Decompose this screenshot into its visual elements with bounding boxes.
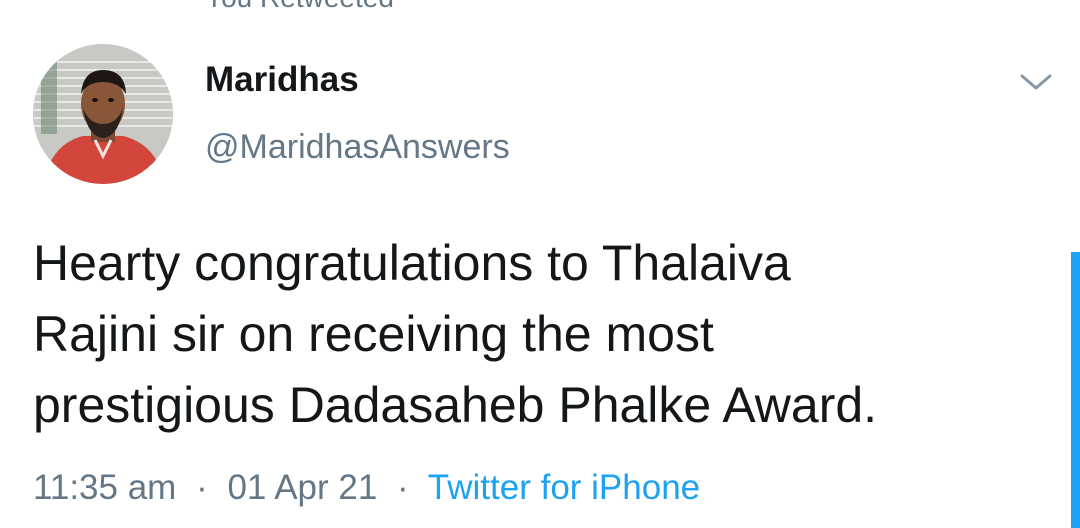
tweet-meta: 11:35 am · 01 Apr 21 · Twitter for iPhon… [33, 468, 700, 508]
author-handle[interactable]: @MaridhasAnswers [205, 128, 510, 167]
avatar[interactable] [33, 44, 173, 184]
meta-separator: · [397, 468, 409, 507]
tweet-text: Hearty congratulations to Thalaiva Rajin… [33, 235, 878, 433]
meta-separator: · [196, 468, 208, 507]
tweet-time: 11:35 am [33, 468, 177, 507]
scroll-indicator [1071, 252, 1080, 528]
retweet-header: You Retweeted [205, 0, 394, 14]
tweet-source-link[interactable]: Twitter for iPhone [428, 468, 700, 507]
tweet-date: 01 Apr 21 [227, 468, 378, 507]
avatar-photo [33, 44, 173, 184]
chevron-down-icon[interactable] [1018, 68, 1054, 96]
author-display-name[interactable]: Maridhas [205, 60, 359, 100]
